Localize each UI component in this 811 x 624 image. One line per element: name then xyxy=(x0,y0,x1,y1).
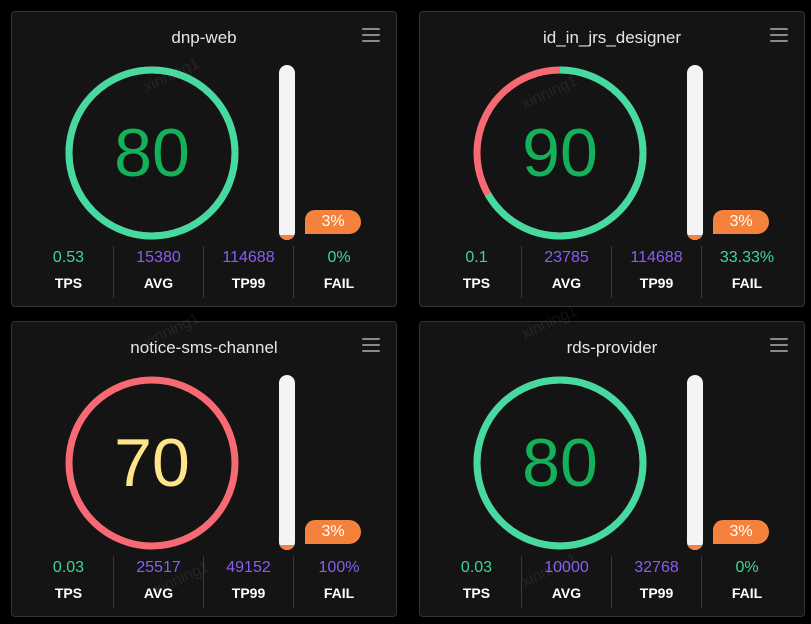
usage-bar-fill xyxy=(279,544,295,550)
avg-value: 10000 xyxy=(544,559,589,576)
fail-label: FAIL xyxy=(731,585,763,601)
avg-label: AVG xyxy=(143,585,174,601)
fail-value: 100% xyxy=(318,559,360,576)
usage-bar-fill xyxy=(279,234,295,240)
metrics-row: 0.53 TPS 15380 AVG 114688 TP99 0% FAIL xyxy=(24,246,396,298)
metric-avg: 15380 AVG xyxy=(114,246,204,298)
card-title: notice-sms-channel xyxy=(130,338,278,357)
tp99-label: TP99 xyxy=(231,275,266,291)
fail-value: 0% xyxy=(327,249,351,266)
tps-label: TPS xyxy=(462,275,491,291)
card-title: dnp-web xyxy=(171,28,237,47)
tps-value: 0.03 xyxy=(52,559,85,576)
dashboard-grid: dnp-web 80 3% 0.53 TPS 15380 AVG 114688 TP9… xyxy=(0,0,811,624)
metric-fail: 100% FAIL xyxy=(294,556,384,608)
metrics-row: 0.1 TPS 23785 AVG 114688 TP99 33.33% FAIL xyxy=(432,246,804,298)
card-title: id_in_jrs_designer xyxy=(543,28,681,47)
service-card-dnp-web: dnp-web 80 3% 0.53 TPS 15380 AVG 114688 TP9… xyxy=(11,11,397,307)
fail-value: 33.33% xyxy=(719,249,775,266)
metric-tps: 0.53 TPS xyxy=(24,246,114,298)
score-gauge: 80 xyxy=(470,373,650,553)
metric-fail: 0% FAIL xyxy=(702,556,792,608)
fail-value: 0% xyxy=(735,559,759,576)
menu-icon[interactable] xyxy=(770,28,788,44)
tp99-label: TP99 xyxy=(639,275,674,291)
score-value: 70 xyxy=(114,425,190,501)
metric-avg: 23785 AVG xyxy=(522,246,612,298)
tps-value: 0.53 xyxy=(52,249,85,266)
avg-value: 15380 xyxy=(136,249,181,266)
usage-percent-badge: 3% xyxy=(305,520,361,544)
avg-label: AVG xyxy=(551,275,582,291)
usage-bar xyxy=(279,65,295,240)
metrics-row: 0.03 TPS 10000 AVG 32768 TP99 0% FAIL xyxy=(432,556,804,608)
usage-bar-fill xyxy=(687,234,703,240)
avg-label: AVG xyxy=(143,275,174,291)
fail-label: FAIL xyxy=(323,585,355,601)
metric-tps: 0.03 TPS xyxy=(24,556,114,608)
score-gauge: 80 xyxy=(62,63,242,243)
score-value: 90 xyxy=(522,115,598,191)
metric-avg: 25517 AVG xyxy=(114,556,204,608)
usage-bar-fill xyxy=(687,544,703,550)
metric-tp99: 32768 TP99 xyxy=(612,556,702,608)
tp99-label: TP99 xyxy=(231,585,266,601)
usage-percent-badge: 3% xyxy=(713,210,769,234)
score-gauge: 70 xyxy=(62,373,242,553)
usage-bar xyxy=(687,65,703,240)
service-card-rds-provider: rds-provider 80 3% 0.03 TPS 10000 AVG 3276… xyxy=(419,302,805,617)
card-title: rds-provider xyxy=(566,338,658,357)
metric-tps: 0.1 TPS xyxy=(432,246,522,298)
score-gauge: 90 xyxy=(470,63,650,243)
metrics-row: 0.03 TPS 25517 AVG 49152 TP99 100% FAIL xyxy=(24,556,396,608)
metric-tp99: 114688 TP99 xyxy=(204,246,294,298)
tp99-label: TP99 xyxy=(639,585,674,601)
menu-icon[interactable] xyxy=(770,338,788,354)
tps-label: TPS xyxy=(54,585,83,601)
service-card-notice-sms-channel: notice-sms-channel 70 3% 0.03 TPS 25517 AV… xyxy=(11,310,397,617)
usage-percent-badge: 3% xyxy=(713,520,769,544)
tp99-value: 114688 xyxy=(222,249,275,266)
tps-value: 0.03 xyxy=(460,559,493,576)
avg-value: 23785 xyxy=(544,249,589,266)
score-value: 80 xyxy=(522,425,598,501)
metric-tps: 0.03 TPS xyxy=(432,556,522,608)
tps-label: TPS xyxy=(462,585,491,601)
tp99-value: 32768 xyxy=(634,559,679,576)
fail-label: FAIL xyxy=(323,275,355,291)
avg-value: 25517 xyxy=(136,559,181,576)
tp99-value: 114688 xyxy=(630,249,683,266)
metric-tp99: 49152 TP99 xyxy=(204,556,294,608)
metric-avg: 10000 AVG xyxy=(522,556,612,608)
tps-label: TPS xyxy=(54,275,83,291)
metric-fail: 0% FAIL xyxy=(294,246,384,298)
menu-icon[interactable] xyxy=(362,338,380,354)
usage-bar xyxy=(279,375,295,550)
metric-fail: 33.33% FAIL xyxy=(702,246,792,298)
score-value: 80 xyxy=(114,115,190,191)
menu-icon[interactable] xyxy=(362,28,380,44)
tp99-value: 49152 xyxy=(226,559,271,576)
usage-percent-badge: 3% xyxy=(305,210,361,234)
usage-bar xyxy=(687,375,703,550)
metric-tp99: 114688 TP99 xyxy=(612,246,702,298)
tps-value: 0.1 xyxy=(465,249,488,266)
service-card-id-in-jrs-designer: id_in_jrs_designer 90 3% 0.1 TPS 23785 AVG… xyxy=(419,11,805,307)
fail-label: FAIL xyxy=(731,275,763,291)
avg-label: AVG xyxy=(551,585,582,601)
